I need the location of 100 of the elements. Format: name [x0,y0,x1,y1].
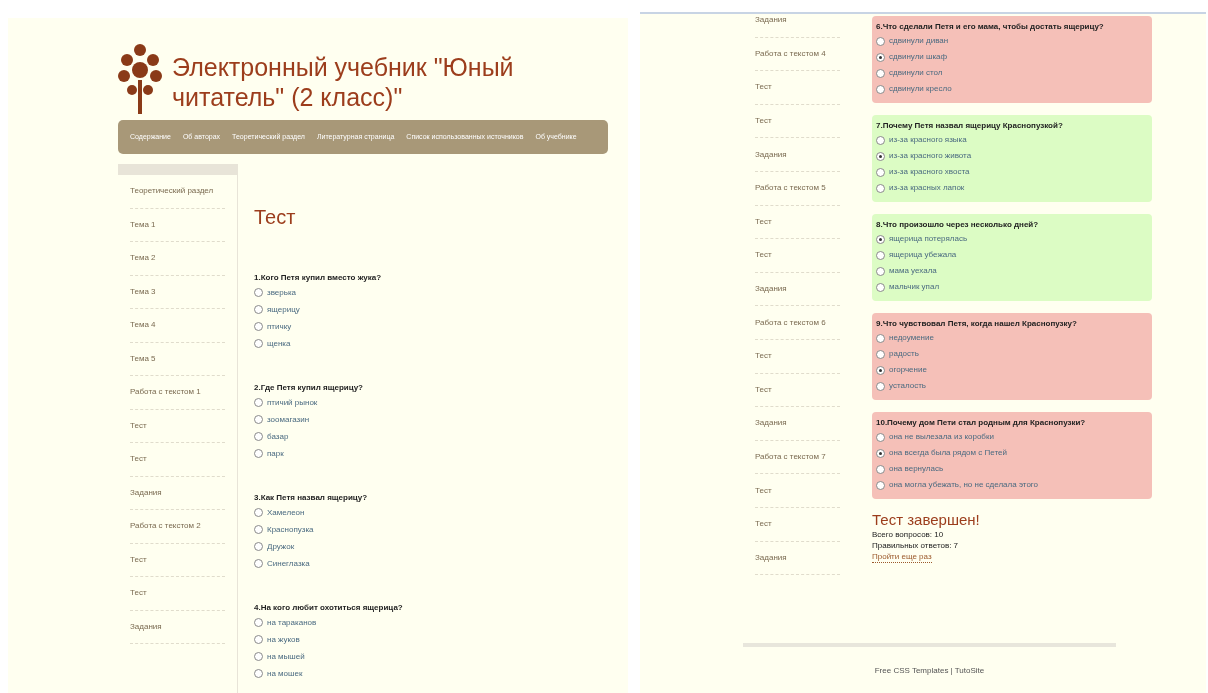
radio-button[interactable] [254,322,263,331]
sidebar-item[interactable]: Тема 3 [130,275,225,309]
sidebar-item[interactable]: Тема 2 [130,242,225,276]
sidebar-item[interactable]: Задания [755,407,840,441]
sidebar-item[interactable]: Тест [755,373,840,408]
radio-button[interactable] [254,525,263,534]
radio-button[interactable] [876,250,885,260]
radio-button[interactable] [254,635,263,644]
answer-option: ящерицу [267,303,300,316]
answer-option: базар [267,430,289,443]
sidebar-item[interactable]: Работа с текстом 1 [130,376,225,410]
sidebar-item[interactable]: Тест [130,443,225,477]
answer-option: огорчение [889,364,927,376]
sidebar-item[interactable]: Теоретический раздел [130,175,225,209]
sidebar-item[interactable]: Тест [755,474,840,508]
radio-button[interactable] [876,464,885,474]
radio-button[interactable] [876,333,885,343]
radio-button[interactable] [876,480,885,490]
answer-option: ящерица потерялась [889,233,968,245]
answer-option: на жуков [267,633,300,646]
answer-option: сдвинули шкаф [889,51,948,63]
radio-button[interactable] [876,167,885,177]
sidebar-item[interactable]: Тест [755,339,840,374]
answer-option: птичий рынок [267,396,318,409]
radio-button[interactable] [876,432,885,442]
radio-button[interactable] [876,266,885,276]
radio-button[interactable] [254,305,263,314]
sidebar-item[interactable]: Задания [755,138,840,172]
sidebar-item[interactable]: Задания [130,610,225,644]
radio-button[interactable] [254,449,263,458]
sidebar-item[interactable]: Тема 5 [130,342,225,376]
radio-button[interactable] [254,415,263,424]
radio-button[interactable] [254,339,263,348]
sidebar-item[interactable]: Тест [755,104,840,139]
sidebar-item[interactable]: Тест [130,577,225,611]
radio-button[interactable] [254,432,263,441]
answer-option: парк [267,447,284,460]
answer-option: сдвинули кресло [889,83,952,95]
sidebar-item[interactable]: Работа с текстом 5 [755,171,840,206]
answer-option: зверька [267,286,297,299]
radio-button[interactable] [876,381,885,391]
radio-button[interactable] [876,52,885,62]
radio-button[interactable] [876,36,885,46]
answer-option: усталость [889,380,926,392]
footer-text: Free CSS Templates | TutoSite [874,665,985,677]
radio-button[interactable] [876,349,885,359]
answer-option: ящерица убежала [889,249,957,261]
answer-option: Краснопузка [267,523,314,536]
sidebar-item[interactable]: Тест [755,239,840,273]
sidebar-item[interactable]: Тест [755,71,840,105]
answer-option: из-за красных лапок [889,182,965,194]
question-text: 6.Что сделали Петя и его мама, чтобы достать ящерицу? [876,21,1105,33]
sidebar-item[interactable]: Работа с текстом 6 [755,306,840,340]
radio-button[interactable] [254,669,263,678]
radio-button[interactable] [876,68,885,78]
radio-button[interactable] [876,234,885,244]
question-text: 8.Что произошло через несколько дней? [876,219,1040,231]
sidebar-item[interactable]: Работа с текстом 2 [130,510,225,544]
answer-option: на тараканов [267,616,317,629]
radio-button[interactable] [876,151,885,161]
radio-button[interactable] [876,135,885,145]
radio-button[interactable] [254,542,263,551]
question-text: 10.Почему дом Пети стал родным для Краснопузки? [876,417,1087,429]
sidebar-item[interactable]: Задания [130,476,225,510]
sidebar-item[interactable]: Задания [755,272,840,307]
radio-button[interactable] [254,652,263,661]
answer-option: Хамелеон [267,506,305,519]
answer-option: из-за красного живота [889,150,972,162]
radio-button[interactable] [254,398,263,407]
sidebar-item[interactable]: Тема 4 [130,309,225,343]
answer-option: недоумение [889,332,934,344]
radio-button[interactable] [876,282,885,292]
radio-button[interactable] [876,183,885,193]
sidebar-item[interactable]: Тема 1 [130,208,225,242]
sidebar-item[interactable]: Задания [755,4,840,38]
radio-button[interactable] [876,365,885,375]
sidebar-item[interactable]: Тест [130,543,225,577]
answer-option: сдвинули диван [889,35,949,47]
radio-button[interactable] [254,559,263,568]
question-text: 2.Где Петя купил ящерицу? [254,382,364,394]
sidebar-item[interactable]: Работа с текстом 7 [755,440,840,475]
result-text: Всего вопросов: 10 [872,529,945,540]
answer-option: из-за красного языка [889,134,967,146]
answer-option: мама уехала [889,265,937,277]
radio-button[interactable] [876,84,885,94]
answer-option: она могла убежать, но не сделала этого [889,479,1039,491]
sidebar-item[interactable]: Тест [755,507,840,542]
radio-button[interactable] [876,448,885,458]
sidebar-item[interactable]: Задания [755,541,840,576]
radio-button[interactable] [254,618,263,627]
answer-option: на мышей [267,650,305,663]
page-heading: Тест [254,205,297,230]
sidebar-item[interactable]: Тест [130,409,225,443]
result-text: Правильных ответов: 7 [872,540,960,551]
retry-link[interactable]: Пройти еще раз [872,551,932,563]
answer-option: щенка [267,337,291,350]
radio-button[interactable] [254,508,263,517]
sidebar-item[interactable]: Тест [755,205,840,240]
sidebar-item[interactable]: Работа с текстом 4 [755,37,840,72]
radio-button[interactable] [254,288,263,297]
